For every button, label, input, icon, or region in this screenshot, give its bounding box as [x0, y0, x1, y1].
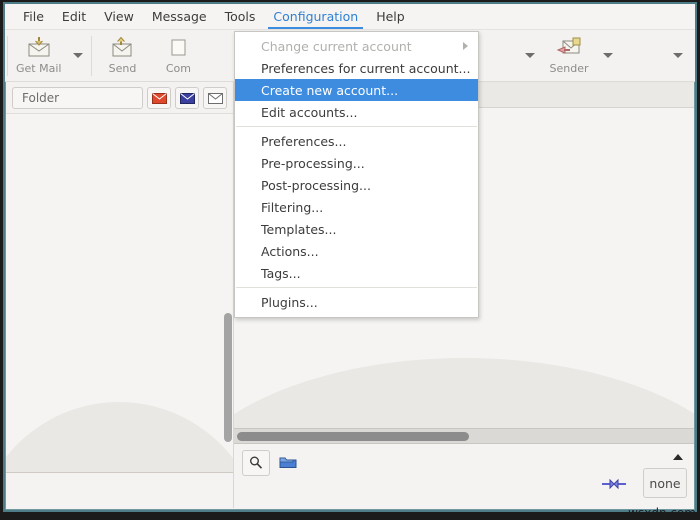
screen: File Edit View Message Tools Configurati…: [0, 0, 700, 520]
read-envelope-gray-button[interactable]: [203, 87, 227, 109]
menu-edit-label: Edit: [61, 9, 87, 24]
menu-item-label: Filtering...: [261, 199, 324, 215]
compose-button[interactable]: Com: [150, 32, 206, 80]
chevron-right-icon: [463, 42, 468, 50]
menu-item-label: Post-processing...: [261, 177, 371, 193]
menu-edit[interactable]: Edit: [53, 4, 95, 29]
dial-slider-icon[interactable]: [601, 476, 627, 490]
menu-item-label: Templates...: [261, 221, 337, 237]
get-mail-button[interactable]: Get Mail: [10, 32, 67, 80]
menu-item-label: Preferences for current account...: [261, 60, 471, 76]
menu-view[interactable]: View: [95, 4, 143, 29]
chevron-down-icon: [673, 53, 683, 58]
send-label: Send: [108, 62, 137, 75]
unread-envelope-red-button[interactable]: [147, 87, 171, 109]
menu-item-edit-accounts[interactable]: Edit accounts...: [235, 101, 478, 123]
compose-icon: [167, 35, 189, 59]
menu-item-templates[interactable]: Templates...: [235, 218, 478, 240]
folder-tree[interactable]: [5, 113, 233, 472]
menu-separator: [236, 287, 477, 288]
send-envelope-icon: [109, 35, 135, 59]
menu-tools-label: Tools: [224, 9, 256, 24]
menu-item-label: Tags...: [261, 265, 301, 281]
background-arc-decoration: [234, 358, 695, 428]
magnifier-icon: [250, 456, 263, 469]
menu-help[interactable]: Help: [367, 4, 414, 29]
sender-button[interactable]: Sender: [541, 32, 597, 80]
get-mail-envelope-icon: [26, 35, 52, 59]
reply-dropdown-arrow[interactable]: [519, 32, 541, 80]
menu-item-label: Create new account...: [261, 82, 399, 98]
get-mail-label: Get Mail: [16, 62, 62, 75]
menu-item-label: Pre-processing...: [261, 155, 365, 171]
message-list-horizontal-scrollbar-thumb[interactable]: [237, 432, 469, 441]
menu-item-label: Change current account: [261, 38, 412, 54]
menu-help-label: Help: [376, 9, 405, 24]
menu-item-tags[interactable]: Tags...: [235, 262, 478, 284]
configuration-dropdown-menu: Change current account Preferences for c…: [234, 31, 479, 318]
chevron-down-icon: [525, 53, 535, 58]
menu-view-label: View: [104, 9, 134, 24]
menu-configuration-label: Configuration: [273, 9, 359, 24]
status-bar: none: [234, 443, 695, 508]
menu-file[interactable]: File: [14, 4, 53, 29]
toolbar-separator: [91, 35, 93, 76]
menu-message[interactable]: Message: [143, 4, 216, 29]
menu-item-filtering[interactable]: Filtering...: [235, 196, 478, 218]
reply-to-sender-envelope-icon: [555, 35, 583, 59]
menu-item-post-processing[interactable]: Post-processing...: [235, 174, 478, 196]
get-mail-dropdown-arrow[interactable]: [67, 32, 89, 80]
background-arc-decoration: [5, 402, 233, 472]
menu-message-label: Message: [151, 9, 207, 24]
sender-dropdown-arrow[interactable]: [597, 32, 619, 80]
message-list-horizontal-scrollbar[interactable]: [234, 428, 695, 443]
menu-tools[interactable]: Tools: [216, 4, 265, 29]
none-button-label: none: [649, 475, 681, 491]
menu-item-label: Actions...: [261, 243, 319, 259]
folder-tree-scrollbar[interactable]: [224, 116, 232, 444]
menu-item-pre-processing[interactable]: Pre-processing...: [235, 152, 478, 174]
menu-configuration[interactable]: Configuration: [264, 4, 367, 29]
menu-item-preferences[interactable]: Preferences...: [235, 130, 478, 152]
menu-item-label: Plugins...: [261, 294, 318, 310]
menu-item-create-new-account[interactable]: Create new account...: [235, 79, 478, 101]
folder-pane-footer: [5, 472, 233, 508]
folder-tree-scrollbar-thumb[interactable]: [224, 312, 232, 442]
menu-item-actions[interactable]: Actions...: [235, 240, 478, 262]
sender-label: Sender: [549, 62, 589, 75]
compose-label: Com: [165, 62, 192, 75]
chevron-down-icon: [603, 53, 613, 58]
menu-item-label: Preferences...: [261, 133, 347, 149]
folder-search-input[interactable]: Folder: [12, 87, 143, 109]
menu-item-change-current-account[interactable]: Change current account: [235, 35, 478, 57]
folder-pane-header: Folder: [5, 82, 233, 113]
menu-file-label: File: [23, 9, 44, 24]
toolbar-separator: [7, 35, 8, 76]
new-envelope-blue-button[interactable]: [175, 87, 199, 109]
triangle-up-icon[interactable]: [673, 454, 683, 460]
application-window: File Edit View Message Tools Configurati…: [3, 2, 697, 512]
menu-item-label: Edit accounts...: [261, 104, 358, 120]
watermark: wsxdn.com: [628, 506, 696, 520]
menu-item-plugins[interactable]: Plugins...: [235, 291, 478, 313]
menu-item-preferences-for-current-account[interactable]: Preferences for current account...: [235, 57, 478, 79]
folder-icon[interactable]: [279, 454, 297, 470]
send-button[interactable]: Send: [94, 32, 150, 80]
folder-pane: Folder: [5, 82, 234, 508]
chevron-down-icon: [73, 53, 84, 58]
menu-bar: File Edit View Message Tools Configurati…: [5, 4, 695, 30]
menu-separator: [236, 126, 477, 127]
search-button[interactable]: [242, 450, 270, 476]
folder-search-placeholder: Folder: [22, 91, 60, 105]
none-button[interactable]: none: [643, 468, 687, 498]
toolbar-overflow-arrow[interactable]: [667, 32, 689, 80]
